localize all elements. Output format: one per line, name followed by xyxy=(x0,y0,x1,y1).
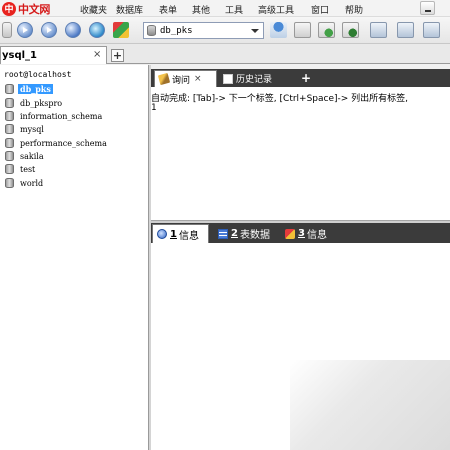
execute-icon[interactable] xyxy=(17,22,33,38)
pencil-icon xyxy=(157,72,171,86)
tree-item-label: world xyxy=(20,178,44,188)
menu-help[interactable]: 帮助 xyxy=(345,3,363,16)
menu-other[interactable]: 其他 xyxy=(192,3,210,16)
tree-item-label: sakila xyxy=(20,151,44,161)
tab-number: 2 xyxy=(231,228,238,239)
add-query-tab-button[interactable]: + xyxy=(299,72,313,85)
add-connection-button[interactable]: + xyxy=(111,49,124,62)
result-tab-strip: 1 信息 2 表数据 3 信息 xyxy=(151,223,450,243)
tree-root[interactable]: root@localhost xyxy=(4,70,71,79)
query-tab-strip: 询问 × 历史记录 + xyxy=(151,69,450,87)
database-icon xyxy=(147,25,156,36)
close-icon[interactable]: × xyxy=(93,49,101,60)
tab-messages[interactable]: 1 信息 xyxy=(152,224,209,243)
tree-item-label: performance_schema xyxy=(20,138,107,148)
export-icon[interactable] xyxy=(342,22,359,38)
connection-tab-label: ysql_1 xyxy=(2,50,38,61)
tree-item-test[interactable]: test xyxy=(5,163,37,175)
logo-badge: 中 xyxy=(2,1,16,16)
tree-item-label: test xyxy=(20,164,36,174)
menu-favorites[interactable]: 收藏夹 xyxy=(80,3,107,16)
tree-item-label: db_pks xyxy=(18,84,53,94)
database-select-value: db_pks xyxy=(160,25,193,36)
tree-item-label: information_schema xyxy=(20,111,103,121)
menu-database[interactable]: 数据库 xyxy=(116,3,143,16)
tab-label: 表数据 xyxy=(239,230,270,241)
history-icon xyxy=(223,73,233,84)
table-icon[interactable] xyxy=(294,22,311,38)
connect-icon[interactable] xyxy=(2,22,12,38)
globe-icon[interactable] xyxy=(89,22,105,38)
database-icon xyxy=(5,178,14,188)
database-icon xyxy=(5,164,14,174)
tab-history-label: 历史记录 xyxy=(236,75,273,85)
toolbar: db_pks xyxy=(0,17,450,44)
refresh-icon[interactable] xyxy=(65,22,81,38)
tab-history[interactable]: 历史记录 xyxy=(219,70,293,87)
tree-item-mysql[interactable]: mysql xyxy=(5,123,46,135)
info-icon xyxy=(157,229,167,239)
tree-item-label: mysql xyxy=(20,124,44,134)
database-icon xyxy=(5,124,14,134)
database-icon xyxy=(5,111,14,121)
shapes-icon[interactable] xyxy=(113,22,129,38)
autocomplete-hint: 自动完成: [Tab]-> 下一个标签, [Ctrl+Space]-> 列出所有… xyxy=(151,94,409,104)
watermark-blur xyxy=(290,360,450,450)
database-select[interactable]: db_pks xyxy=(143,22,264,39)
query-editor[interactable]: 自动完成: [Tab]-> 下一个标签, [Ctrl+Space]-> 列出所有… xyxy=(151,87,450,220)
tree-item-db-pkspro[interactable]: db_pkspro xyxy=(5,97,64,109)
window-icon[interactable] xyxy=(370,22,387,38)
tab-label: 信息 xyxy=(306,230,327,241)
menu-window[interactable]: 窗口 xyxy=(311,3,329,16)
connection-tab[interactable]: ysql_1 × xyxy=(0,46,107,64)
database-icon xyxy=(5,98,14,108)
database-icon xyxy=(5,84,14,94)
close-icon[interactable]: × xyxy=(194,74,202,84)
tab-info[interactable]: 3 信息 xyxy=(281,224,327,243)
chevron-down-icon[interactable] xyxy=(251,28,259,33)
backup-icon[interactable] xyxy=(423,22,440,38)
grid-icon xyxy=(218,228,228,239)
tab-table-data[interactable]: 2 表数据 xyxy=(214,224,270,243)
user-icon[interactable] xyxy=(270,22,287,38)
menu-bar: 中 中文网 收藏夹 数据库 表单 其他 工具 高级工具 窗口 帮助 xyxy=(0,0,450,17)
tree-item-label: db_pkspro xyxy=(20,98,63,108)
import-icon[interactable] xyxy=(318,22,335,38)
schema-icon[interactable] xyxy=(397,22,414,38)
tree-item-sakila[interactable]: sakila xyxy=(5,150,46,162)
tab-query[interactable]: 询问 × xyxy=(154,70,217,87)
menu-tools[interactable]: 工具 xyxy=(225,3,243,16)
minimize-button[interactable] xyxy=(420,1,435,15)
logo-text: 中文网 xyxy=(18,3,51,16)
tree-item-performance-schema[interactable]: performance_schema xyxy=(5,137,109,149)
tree-item-db-pks[interactable]: db_pks xyxy=(5,83,53,95)
line-number: 1 xyxy=(151,103,157,113)
menu-table[interactable]: 表单 xyxy=(159,3,177,16)
site-logo: 中 中文网 xyxy=(2,0,50,17)
object-browser: root@localhost db_pks db_pkspro informat… xyxy=(0,65,149,450)
connection-tab-bar: ysql_1 × + xyxy=(0,44,450,64)
tree-item-information-schema[interactable]: information_schema xyxy=(5,110,104,122)
tab-query-label: 询问 xyxy=(172,75,191,86)
menu-advanced-tools[interactable]: 高级工具 xyxy=(258,3,294,16)
result-panel xyxy=(151,243,450,450)
database-icon xyxy=(5,138,14,148)
tab-label: 信息 xyxy=(178,230,199,242)
tab-number: 3 xyxy=(298,228,305,239)
message-icon xyxy=(285,228,295,239)
tree-item-world[interactable]: world xyxy=(5,177,45,189)
database-icon xyxy=(5,151,14,161)
tab-number: 1 xyxy=(170,228,177,240)
execute-all-icon[interactable] xyxy=(41,22,57,38)
